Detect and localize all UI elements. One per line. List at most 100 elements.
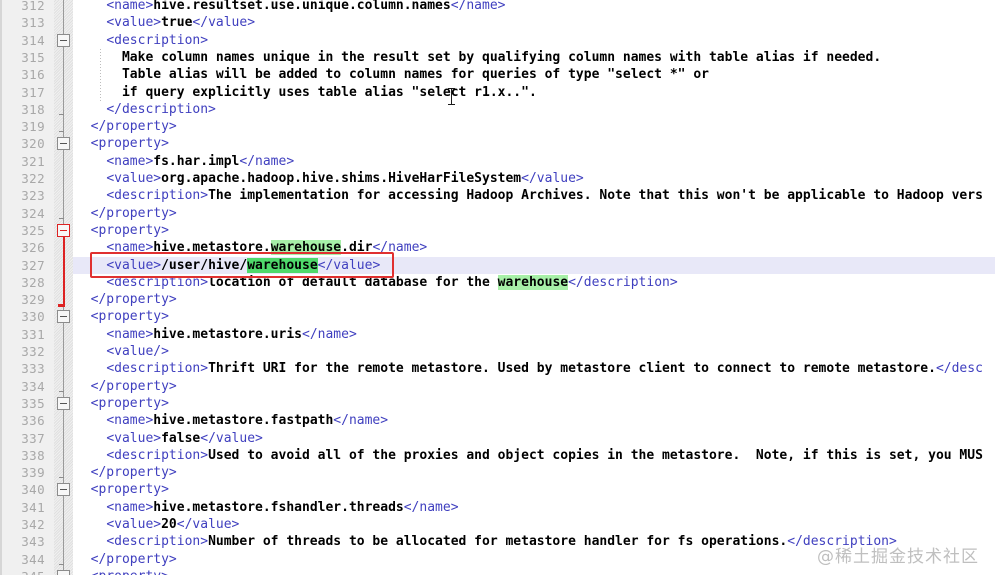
- code-line[interactable]: <value>/user/hive/warehouse</value>: [71, 257, 380, 274]
- code-line[interactable]: <name>hive.metastore.fastpath</name>: [71, 412, 388, 429]
- xml-tag: </property>: [90, 552, 177, 567]
- fold-toggle-icon[interactable]: [57, 397, 70, 410]
- fold-toggle-icon[interactable]: [57, 34, 70, 47]
- code-line[interactable]: <name>hive.metastore.warehouse.dir</name…: [71, 239, 427, 256]
- code-line[interactable]: </property>: [71, 464, 177, 481]
- code-line[interactable]: </property>: [71, 205, 177, 222]
- code-text: hive.metastore.uris: [153, 327, 302, 342]
- xml-tag: <description>: [106, 275, 209, 290]
- active-fold-end-tick: [58, 305, 65, 307]
- fold-end-marker: [59, 131, 64, 132]
- line-number: 314: [21, 33, 45, 48]
- xml-tag: <description>: [106, 448, 209, 463]
- text-cursor-icon: [448, 88, 455, 105]
- xml-tag: <property>: [90, 223, 169, 238]
- line-number: 316: [21, 67, 45, 82]
- code-line[interactable]: </property>: [71, 551, 177, 568]
- code-text: hive.resultset.use.unique.column.names: [153, 0, 451, 13]
- code-line[interactable]: <property>: [71, 222, 169, 239]
- code-line[interactable]: <value>true</value>: [71, 14, 255, 31]
- line-number: 331: [21, 327, 45, 342]
- code-line[interactable]: <value>false</value>: [71, 430, 263, 447]
- line-number: 342: [21, 517, 45, 532]
- code-text: .dir: [341, 240, 373, 255]
- xml-tag: </value>: [521, 171, 584, 186]
- xml-tag: <value>: [106, 258, 162, 273]
- code-text: false: [161, 431, 201, 446]
- xml-tag: <value>: [106, 15, 162, 30]
- xml-tag: <description>: [106, 534, 209, 549]
- code-line[interactable]: </property>: [71, 378, 177, 395]
- code-line[interactable]: <value>20</value>: [71, 516, 239, 533]
- xml-tag: <description>: [106, 361, 209, 376]
- xml-tag: <name>: [106, 413, 154, 428]
- xml-tag: </name>: [302, 327, 357, 342]
- code-line[interactable]: <name>hive.resultset.use.unique.column.n…: [71, 0, 505, 14]
- xml-tag: </name>: [372, 240, 428, 255]
- xml-tag: </value>: [176, 517, 240, 532]
- code-line[interactable]: <value>org.apache.hadoop.hive.shims.Hive…: [71, 170, 584, 187]
- editor-gutter[interactable]: 312 313 314 315 316 317 318 319 320 321 322 323 324 3…: [0, 0, 73, 575]
- code-line[interactable]: <property>: [71, 481, 169, 498]
- code-line[interactable]: <description>: [71, 32, 208, 49]
- code-line[interactable]: <value/>: [71, 343, 169, 360]
- line-number: 322: [21, 171, 45, 186]
- xml-tag: </value>: [200, 431, 263, 446]
- code-line[interactable]: <name>fs.har.impl</name>: [71, 153, 294, 170]
- line-number: 313: [21, 15, 45, 30]
- code-line[interactable]: <property>: [71, 395, 169, 412]
- code-line[interactable]: </property>: [71, 118, 177, 135]
- code-content-area[interactable]: <name>hive.resultset.use.unique.column.n…: [71, 0, 995, 575]
- fold-toggle-icon[interactable]: [57, 570, 70, 575]
- fold-toggle-icon[interactable]: [57, 483, 70, 496]
- code-line[interactable]: <description>location of default databas…: [71, 274, 678, 291]
- code-text: Make column names unique in the result s…: [121, 50, 882, 65]
- search-match: warehouse: [497, 275, 569, 290]
- code-line[interactable]: <name>hive.metastore.fshandler.threads</…: [71, 499, 458, 516]
- code-line[interactable]: if query explicitly uses table alias "se…: [71, 84, 537, 101]
- fold-end-marker: [59, 114, 64, 115]
- code-editor[interactable]: 312 313 314 315 316 317 318 319 320 321 322 323 324 3…: [0, 0, 995, 575]
- line-number: 333: [21, 361, 45, 376]
- code-line[interactable]: Make column names unique in the result s…: [71, 49, 881, 66]
- xml-tag: <description>: [106, 33, 209, 48]
- code-text: hive.metastore.fastpath: [153, 413, 334, 428]
- xml-tag: </value>: [192, 15, 256, 30]
- code-text: hive.metastore.: [153, 240, 271, 255]
- code-line[interactable]: <description>Used to avoid all of the pr…: [71, 447, 983, 464]
- xml-tag: <property>: [90, 482, 169, 497]
- fold-toggle-icon[interactable]: [57, 310, 70, 323]
- code-line[interactable]: <name>hive.metastore.uris</name>: [71, 326, 357, 343]
- xml-tag: <property>: [90, 309, 169, 324]
- xml-tag: <name>: [106, 154, 154, 169]
- xml-tag: <name>: [106, 327, 154, 342]
- fold-end-marker: [59, 218, 64, 219]
- line-number: 325: [21, 223, 45, 238]
- fold-toggle-icon[interactable]: [57, 137, 70, 150]
- code-line[interactable]: </property>: [71, 291, 177, 308]
- xml-tag: </property>: [90, 119, 177, 134]
- line-number: 335: [21, 396, 45, 411]
- watermark: @稀土掘金技术社区: [817, 547, 979, 567]
- xml-tag: </desc: [935, 361, 983, 376]
- line-number: 330: [21, 309, 45, 324]
- code-line[interactable]: <description>Number of threads to be all…: [71, 533, 897, 550]
- fold-toggle-icon[interactable]: [57, 224, 70, 237]
- code-line[interactable]: <property>: [71, 568, 169, 575]
- xml-tag: </name>: [239, 154, 295, 169]
- xml-tag: <name>: [106, 0, 154, 13]
- code-line[interactable]: <property>: [71, 135, 169, 152]
- code-text: fs.har.impl: [153, 154, 240, 169]
- line-number: 340: [21, 482, 45, 497]
- code-line[interactable]: <description>Thrift URI for the remote m…: [71, 360, 983, 377]
- code-text: The implementation for accessing Hadoop …: [208, 188, 983, 203]
- code-line[interactable]: </description>: [71, 101, 216, 118]
- code-line[interactable]: Table alias will be added to column name…: [71, 66, 709, 83]
- code-line[interactable]: <description>The implementation for acce…: [71, 187, 983, 204]
- fold-end-marker: [59, 564, 64, 565]
- code-text: Table alias will be added to column name…: [121, 67, 709, 82]
- xml-tag: <value>: [106, 517, 162, 532]
- line-number: 338: [21, 448, 45, 463]
- code-line[interactable]: <property>: [71, 308, 169, 325]
- code-text: org.apache.hadoop.hive.shims.HiveHarFile…: [161, 171, 522, 186]
